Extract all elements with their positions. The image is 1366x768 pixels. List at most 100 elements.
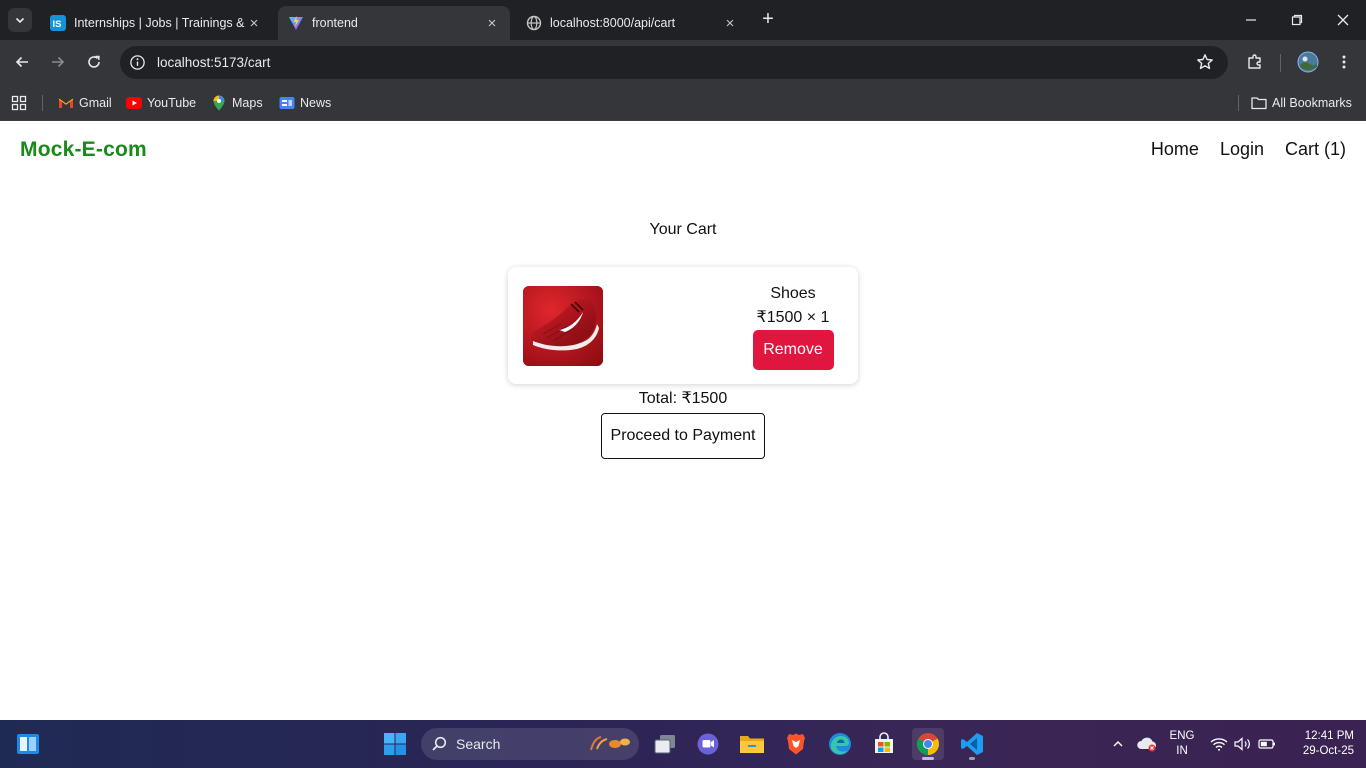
speaker-icon [1234, 737, 1250, 751]
vscode-button[interactable] [956, 728, 988, 760]
file-explorer-button[interactable] [736, 728, 768, 760]
minimize-icon [1246, 19, 1256, 21]
network-status[interactable] [1208, 728, 1230, 760]
bookmark-maps[interactable]: Maps [211, 93, 263, 113]
show-hidden-icons-button[interactable] [1108, 728, 1128, 760]
volume-status[interactable] [1232, 728, 1254, 760]
brave-icon [787, 733, 805, 755]
extensions-button[interactable] [1243, 50, 1267, 74]
cart-item-info: Shoes ₹1500 × 1 Remove [743, 284, 843, 370]
bookmark-label: Maps [232, 96, 263, 110]
all-bookmarks-button[interactable]: All Bookmarks [1251, 93, 1352, 113]
apps-button[interactable] [11, 93, 27, 113]
forward-button[interactable] [46, 50, 70, 74]
reload-icon [88, 55, 100, 68]
cloud-error-icon [1137, 737, 1156, 752]
brave-button[interactable] [780, 728, 812, 760]
url-text[interactable]: localhost:5173/cart [157, 55, 270, 70]
close-icon[interactable]: × [722, 15, 738, 32]
bookmark-gmail[interactable]: Gmail [58, 93, 112, 113]
search-highlight-icon [590, 736, 630, 751]
chat-icon [697, 733, 719, 755]
tab-api-cart[interactable]: localhost:8000/api/cart × [516, 6, 748, 40]
item-price: ₹1500 × 1 [756, 309, 830, 326]
onedrive-status[interactable] [1134, 728, 1160, 760]
avatar [1297, 51, 1319, 73]
close-icon[interactable]: × [484, 15, 500, 32]
page-content: Mock-E-com Home Login Cart (1) Your Cart [0, 121, 1366, 720]
running-app-indicator [969, 757, 975, 760]
tab-frontend[interactable]: frontend × [278, 6, 510, 40]
taskbar-search[interactable]: Search [421, 728, 639, 760]
active-app-indicator [922, 757, 934, 760]
news-icon [279, 95, 295, 111]
wifi-icon [1210, 738, 1228, 751]
cart-heading: Your Cart [649, 221, 717, 238]
close-icon [1337, 14, 1349, 26]
task-view-button[interactable] [649, 728, 681, 760]
gmail-icon [58, 95, 74, 111]
battery-status[interactable] [1256, 728, 1278, 760]
tab-internshala[interactable]: IS Internships | Jobs | Trainings & Plac… [40, 6, 272, 40]
bookmark-news[interactable]: News [279, 93, 331, 113]
nav-login-link[interactable]: Login [1220, 139, 1264, 160]
search-label: Search [456, 736, 501, 752]
tab-title: frontend [312, 16, 358, 30]
widgets-button[interactable] [12, 728, 44, 760]
bookmark-youtube[interactable]: YouTube [126, 93, 196, 113]
search-icon [432, 736, 447, 751]
close-icon[interactable]: × [246, 15, 262, 32]
bookmarks-divider [1238, 95, 1239, 111]
remove-button[interactable]: Remove [752, 330, 834, 370]
toolbar-divider [1280, 54, 1281, 72]
brand-logo[interactable]: Mock-E-com [20, 138, 147, 162]
nav-cart-link[interactable]: Cart (1) [1285, 139, 1346, 160]
tab-title: Internships | Jobs | Trainings & Placeme… [74, 16, 246, 30]
language-code: ENG [1169, 730, 1195, 742]
new-tab-button[interactable]: + [758, 9, 778, 30]
windows-taskbar: Search ENG IN 12:41 PM 29-Oct-25 [0, 720, 1366, 768]
start-button[interactable] [379, 728, 411, 760]
bookmark-star-icon[interactable] [1196, 53, 1214, 71]
arrow-right-icon [52, 56, 65, 68]
globe-icon [526, 15, 542, 31]
edge-button[interactable] [824, 728, 856, 760]
chevron-down-icon [15, 17, 25, 24]
restore-icon [1291, 14, 1303, 26]
bookmark-label: News [300, 96, 332, 110]
nav-home-link[interactable]: Home [1151, 139, 1199, 160]
profile-button[interactable] [1296, 50, 1320, 74]
windows-icon [384, 733, 406, 755]
chrome-button[interactable] [912, 728, 944, 760]
bookmarks-bar: Gmail YouTube Maps News All Bookmarks [0, 85, 1366, 121]
close-window-button[interactable] [1320, 0, 1366, 40]
store-icon [875, 732, 893, 753]
microsoft-store-button[interactable] [868, 728, 900, 760]
reload-button[interactable] [82, 50, 106, 74]
tab-search-button[interactable] [8, 8, 32, 32]
folder-icon [740, 736, 764, 753]
svg-text:IS: IS [53, 19, 62, 30]
site-info-icon[interactable] [129, 54, 146, 71]
main-nav: Home Login Cart (1) [1151, 139, 1346, 160]
clock[interactable]: 12:41 PM 29-Oct-25 [1284, 729, 1354, 759]
maps-icon [211, 95, 227, 111]
language-indicator[interactable]: ENG IN [1164, 729, 1200, 759]
vscode-icon [961, 733, 983, 755]
bookmark-label: YouTube [147, 96, 197, 110]
back-button[interactable] [10, 50, 34, 74]
clock-time: 12:41 PM [1304, 730, 1354, 742]
edge-icon [829, 733, 851, 755]
widgets-icon [17, 734, 39, 754]
address-bar[interactable]: localhost:5173/cart [120, 46, 1228, 79]
restore-button[interactable] [1274, 0, 1320, 40]
browser-menu-button[interactable] [1332, 50, 1356, 74]
minimize-button[interactable] [1228, 0, 1274, 40]
proceed-to-payment-button[interactable]: Proceed to Payment [601, 413, 765, 459]
cart-item-card: Shoes ₹1500 × 1 Remove [508, 267, 858, 384]
teams-chat-button[interactable] [692, 728, 724, 760]
vite-icon [288, 15, 304, 31]
red-shoe-image [523, 286, 603, 366]
internshala-icon: IS [50, 15, 66, 31]
battery-icon [1258, 739, 1275, 749]
